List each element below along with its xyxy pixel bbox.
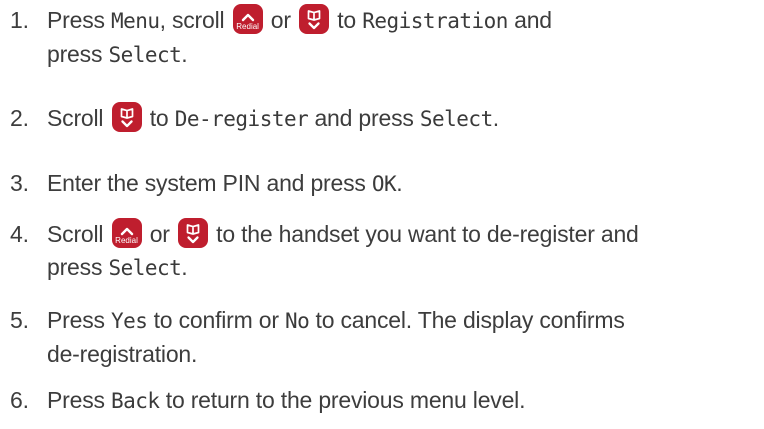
redial-up-key-icon: Redial	[111, 218, 142, 248]
text-run: or	[264, 7, 298, 33]
step-line: Press Yes to confirm or No to cancel. Th…	[47, 304, 762, 338]
text-run: , scroll	[159, 7, 231, 33]
step-line: Scroll Redial or to the handset you want…	[47, 218, 762, 251]
step-text: Press Back to return to the previous men…	[47, 384, 762, 418]
step-number: 5.	[10, 307, 29, 333]
text-run: .	[181, 41, 188, 67]
redial-up-key-icon: Redial	[232, 4, 263, 34]
step-4: 4. Scroll Redial or to the handset you w…	[10, 218, 762, 285]
step-text: Scroll to De-register and press Select.	[47, 102, 762, 136]
text-run: to the handset you want to de-register a…	[209, 221, 639, 247]
phonebook-down-key-icon	[111, 102, 142, 132]
lcd-deregister: De-register	[174, 107, 309, 131]
step-line: Enter the system PIN and press OK.	[47, 167, 762, 201]
step-line: Press Back to return to the previous men…	[47, 384, 762, 418]
lcd-no: No	[285, 309, 310, 333]
step-5: 5. Press Yes to confirm or No to cancel.…	[10, 304, 762, 371]
phonebook-down-key-icon	[177, 218, 208, 248]
lcd-select: Select	[419, 107, 493, 131]
text-run: and press	[308, 105, 420, 131]
redial-label: Redial	[236, 22, 259, 31]
step-text: Press Yes to confirm or No to cancel. Th…	[47, 304, 762, 371]
lcd-select: Select	[108, 256, 182, 280]
instruction-document: 1. Press Menu, scroll Redial or to Regis…	[0, 0, 764, 429]
step-text: Enter the system PIN and press OK.	[47, 167, 762, 201]
text-run: press	[47, 41, 109, 67]
step-2: 2. Scroll to De-register and press Selec…	[10, 102, 762, 136]
text-run: .	[181, 254, 188, 280]
step-text: Press Menu, scroll Redial or to Registra…	[47, 4, 762, 72]
text-run: Scroll	[47, 105, 110, 131]
step-line: press Select.	[47, 38, 762, 72]
text-run: Press	[47, 307, 111, 333]
text-run: to	[331, 7, 363, 33]
text-run: Press	[47, 7, 111, 33]
text-run: and	[507, 7, 552, 33]
step-number: 6.	[10, 387, 29, 413]
text-run: Scroll	[47, 221, 110, 247]
step-number: 1.	[10, 7, 29, 33]
step-line: press Select.	[47, 251, 762, 285]
redial-label: Redial	[115, 236, 138, 245]
lcd-back: Back	[110, 389, 160, 413]
text-run: de-registration.	[47, 341, 198, 367]
phonebook-down-key-icon	[299, 4, 330, 34]
step-3: 3. Enter the system PIN and press OK.	[10, 167, 762, 201]
step-1: 1. Press Menu, scroll Redial or to Regis…	[10, 4, 762, 72]
step-text: Scroll Redial or to the handset you want…	[47, 218, 762, 285]
text-run: to confirm or	[147, 307, 286, 333]
text-run: to cancel. The display confirms	[309, 307, 625, 333]
step-number: 2.	[10, 105, 29, 131]
text-run: or	[143, 221, 176, 247]
step-line: Press Menu, scroll Redial or to Registra…	[47, 4, 762, 38]
lcd-menu: Menu	[110, 9, 160, 33]
step-number: 4.	[10, 221, 29, 247]
text-run: to return to the previous menu level.	[159, 387, 526, 413]
text-run: Enter the system PIN and press	[47, 170, 372, 196]
text-run: .	[492, 105, 499, 131]
text-run: .	[396, 170, 403, 196]
step-line: de-registration.	[47, 338, 762, 371]
text-run: Press	[47, 387, 111, 413]
text-run: press	[47, 254, 109, 280]
step-number: 3.	[10, 170, 29, 196]
lcd-registration: Registration	[362, 9, 508, 33]
lcd-ok: OK	[371, 172, 397, 196]
lcd-select: Select	[108, 43, 182, 67]
step-6: 6. Press Back to return to the previous …	[10, 384, 762, 418]
text-run: to	[143, 105, 175, 131]
step-line: Scroll to De-register and press Select.	[47, 102, 762, 136]
lcd-yes: Yes	[110, 309, 148, 333]
